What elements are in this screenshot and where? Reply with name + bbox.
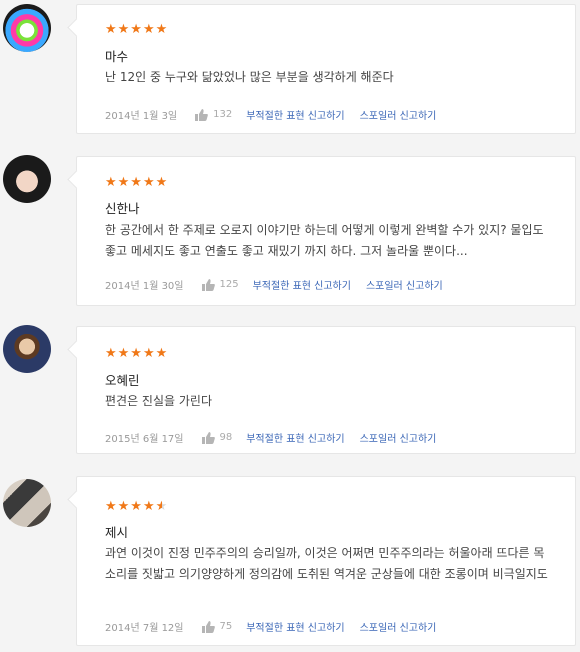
report-language-link[interactable]: 부적절한 표현 신고하기 xyxy=(246,430,344,445)
thumbs-up-icon[interactable] xyxy=(201,620,215,633)
review-meta: 2014년 7월 12일 75 부적절한 표현 신고하기 스포일러 신고하기 xyxy=(105,619,436,634)
empty-star: ★ xyxy=(155,499,169,514)
star-rating: ★★★★★ xyxy=(105,22,169,37)
review-card: ★★★★★ 신한나 한 공간에서 한 주제로 오로지 이야기만 하는데 어떻게 … xyxy=(76,156,576,306)
reviewer-name: 신한나 xyxy=(105,201,140,216)
reviewer-name: 오혜린 xyxy=(105,373,140,388)
avatar[interactable] xyxy=(3,4,51,52)
review-text: 난 12인 중 누구와 닮았었나 많은 부분을 생각하게 해준다 xyxy=(105,70,394,84)
report-spoiler-link[interactable]: 스포일러 신고하기 xyxy=(360,619,437,634)
like-count: 98 xyxy=(219,432,233,443)
report-language-link[interactable]: 부적절한 표현 신고하기 xyxy=(246,619,344,634)
like-count: 75 xyxy=(219,621,233,632)
avatar[interactable] xyxy=(3,479,51,527)
review-date: 2014년 7월 12일 xyxy=(105,623,184,634)
reviewer-name: 제시 xyxy=(105,525,129,540)
like-count: 132 xyxy=(213,109,233,120)
star-rating: ★★★★★ xyxy=(105,499,168,514)
avatar[interactable] xyxy=(3,325,51,373)
reviewer-name: 마수 xyxy=(105,49,129,64)
review-text: 과연 이것이 진정 민주주의의 승리일까, 이것은 어쩌면 민주주의라는 허울아… xyxy=(105,546,548,581)
thumbs-up-icon[interactable] xyxy=(201,278,215,291)
review-date: 2015년 6월 17일 xyxy=(105,434,184,445)
review-card: ★★★★★ 제시 과연 이것이 진정 민주주의의 승리일까, 이것은 어쩌면 민… xyxy=(76,476,576,646)
thumbs-up-icon[interactable] xyxy=(195,108,208,121)
review-text: 편견은 진실을 가린다 xyxy=(105,394,212,408)
report-spoiler-link[interactable]: 스포일러 신고하기 xyxy=(360,107,437,122)
report-language-link[interactable]: 부적절한 표현 신고하기 xyxy=(253,277,351,292)
review-date: 2014년 1월 3일 xyxy=(105,111,178,122)
like-count: 125 xyxy=(219,279,239,290)
star-rating: ★★★★★ xyxy=(105,175,169,190)
report-spoiler-link[interactable]: 스포일러 신고하기 xyxy=(366,277,443,292)
avatar[interactable] xyxy=(3,155,51,203)
review-meta: 2014년 1월 30일 125 부적절한 표현 신고하기 스포일러 신고하기 xyxy=(105,277,443,292)
star-rating: ★★★★★ xyxy=(105,346,169,361)
report-language-link[interactable]: 부적절한 표현 신고하기 xyxy=(246,107,344,122)
review-meta: 2015년 6월 17일 98 부적절한 표현 신고하기 스포일러 신고하기 xyxy=(105,430,436,445)
review-date: 2014년 1월 30일 xyxy=(105,281,184,292)
review-text: 한 공간에서 한 주제로 오로지 이야기만 하는데 어떻게 이렇게 완벽할 수가… xyxy=(105,223,544,258)
filled-stars: ★★★★ xyxy=(105,499,156,514)
review-meta: 2014년 1월 3일 132 부적절한 표현 신고하기 스포일러 신고하기 xyxy=(105,107,436,122)
thumbs-up-icon[interactable] xyxy=(201,431,215,444)
review-card: ★★★★★ 오혜린 편견은 진실을 가린다 2015년 6월 17일 98 부적… xyxy=(76,326,576,454)
review-card: ★★★★★ 마수 난 12인 중 누구와 닮았었나 많은 부분을 생각하게 해준… xyxy=(76,4,576,134)
report-spoiler-link[interactable]: 스포일러 신고하기 xyxy=(360,430,437,445)
